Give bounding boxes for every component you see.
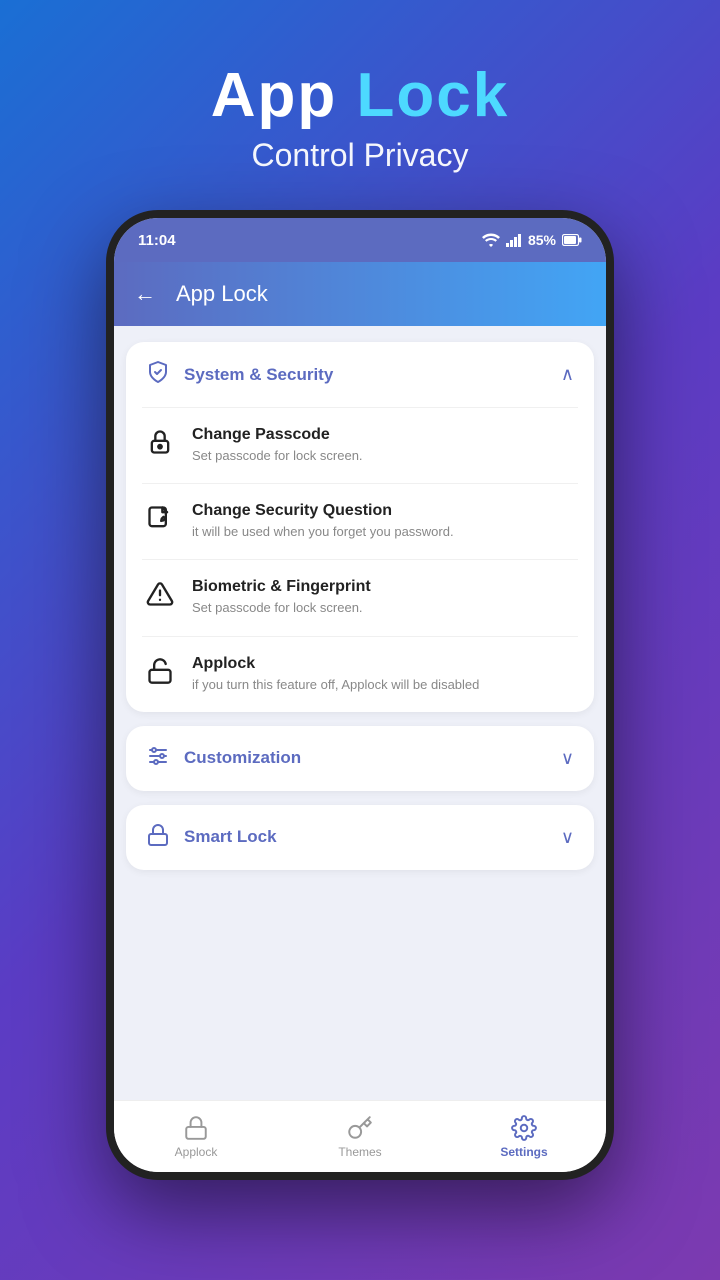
edit-icon: [146, 504, 174, 532]
change-passcode-item[interactable]: Change Passcode Set passcode for lock sc…: [126, 408, 594, 483]
app-bar-title: App Lock: [176, 281, 268, 307]
change-security-title: Change Security Question: [192, 502, 454, 520]
system-security-header[interactable]: System & Security ∧: [126, 342, 594, 407]
battery-text: 85%: [528, 232, 556, 248]
app-header: App Lock Control Privacy: [211, 60, 509, 174]
unlock-icon: [146, 657, 174, 685]
system-security-card: System & Security ∧ Change Passcode: [126, 342, 594, 712]
nav-settings-label: Settings: [500, 1145, 547, 1159]
customization-title: Customization: [184, 748, 301, 768]
change-security-item[interactable]: Change Security Question it will be used…: [126, 484, 594, 559]
biometric-subtitle: Set passcode for lock screen.: [192, 599, 371, 617]
system-security-chevron: ∧: [561, 364, 574, 385]
phone-frame: 11:04 85% ← App Lock: [106, 210, 614, 1180]
status-icons: 85%: [482, 232, 582, 248]
sliders-icon: [146, 744, 170, 773]
biometric-title: Biometric & Fingerprint: [192, 578, 371, 596]
app-subtitle: Control Privacy: [211, 137, 509, 174]
customization-chevron: ∨: [561, 748, 574, 769]
status-bar: 11:04 85%: [114, 218, 606, 262]
time: 11:04: [138, 232, 176, 249]
smart-lock-card: Smart Lock ∨: [126, 805, 594, 870]
biometric-item[interactable]: Biometric & Fingerprint Set passcode for…: [126, 560, 594, 635]
system-security-title: System & Security: [184, 365, 333, 385]
smart-lock-title: Smart Lock: [184, 827, 277, 847]
applock-item[interactable]: Applock if you turn this feature off, Ap…: [126, 637, 594, 712]
smart-lock-chevron: ∨: [561, 827, 574, 848]
nav-settings[interactable]: Settings: [442, 1115, 606, 1159]
nav-applock[interactable]: Applock: [114, 1115, 278, 1159]
triangle-alert-icon: [146, 580, 174, 608]
customization-card: Customization ∨: [126, 726, 594, 791]
applock-subtitle: if you turn this feature off, Applock wi…: [192, 676, 479, 694]
shield-icon: [146, 360, 170, 389]
bottom-nav: Applock Themes Settings: [114, 1100, 606, 1172]
smart-lock-header[interactable]: Smart Lock ∨: [126, 805, 594, 870]
nav-themes-label: Themes: [338, 1145, 381, 1159]
back-button[interactable]: ←: [134, 281, 156, 307]
smart-lock-icon: [146, 823, 170, 852]
customization-header[interactable]: Customization ∨: [126, 726, 594, 791]
change-passcode-title: Change Passcode: [192, 426, 363, 444]
app-bar: ← App Lock: [114, 262, 606, 326]
change-passcode-subtitle: Set passcode for lock screen.: [192, 447, 363, 465]
nav-applock-label: Applock: [175, 1145, 218, 1159]
nav-themes[interactable]: Themes: [278, 1115, 442, 1159]
lock-key-icon: [146, 428, 174, 456]
applock-title: Applock: [192, 655, 479, 673]
phone-content: System & Security ∧ Change Passcode: [114, 326, 606, 1100]
app-title: App Lock: [211, 60, 509, 131]
change-security-subtitle: it will be used when you forget you pass…: [192, 523, 454, 541]
